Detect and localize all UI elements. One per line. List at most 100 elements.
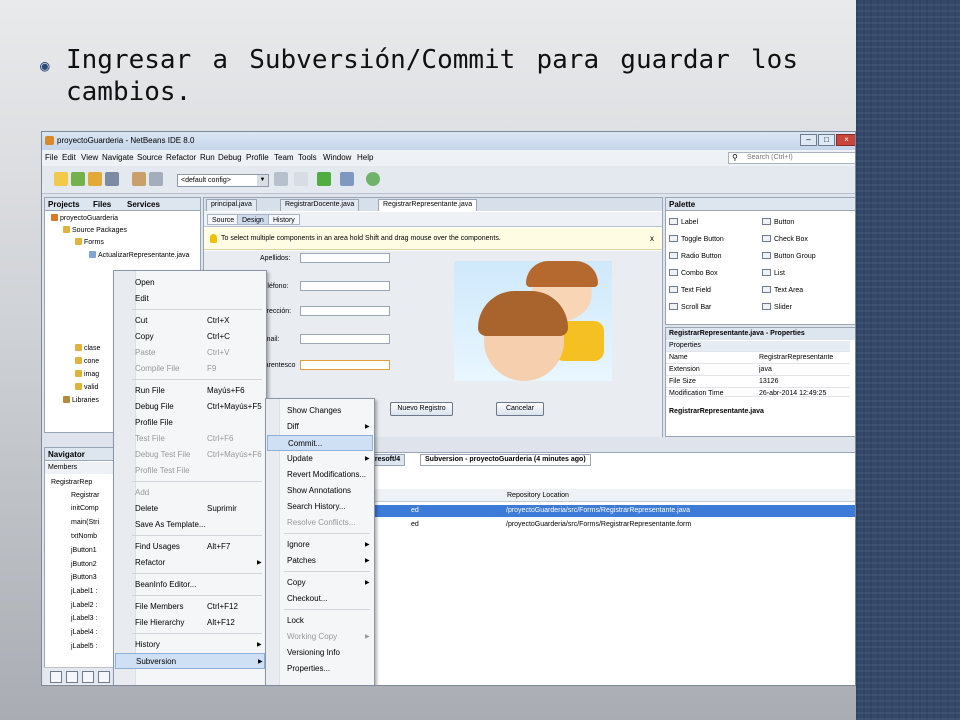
palette-item-list[interactable]: List [762,269,785,277]
tab-projects[interactable]: Projects [48,200,80,209]
nav-item[interactable]: jLabel1 : [71,588,97,595]
palette-item-button-group[interactable]: Button Group [762,252,816,260]
menu-item-copy[interactable]: Copy Ctrl+C [115,329,265,345]
menu-item-diff[interactable]: Diff ▶ [267,419,373,435]
profile-icon[interactable] [366,172,380,186]
new-file-icon[interactable] [54,172,68,186]
nav-item[interactable]: jLabel3 : [71,615,97,622]
menu-item-lock[interactable]: Lock [267,613,373,629]
nav-item[interactable]: jButton2 [71,561,97,568]
menu-item-run-file[interactable]: Run File Mayús+F6 [115,383,265,399]
nav-item[interactable]: jLabel4 : [71,629,97,636]
menu-item-commit[interactable]: Commit... [267,435,373,451]
nav-item[interactable]: RegistrarRep [51,479,92,486]
field-email[interactable] [300,334,390,344]
menu-item-file-members[interactable]: File Members Ctrl+F12 [115,599,265,615]
build-icon[interactable] [274,172,288,186]
close-button[interactable]: × [836,134,855,146]
menu-item-revert-modifications[interactable]: Revert Modifications... [267,467,373,483]
nav-item[interactable]: jButton1 [71,547,97,554]
tree-item-cone[interactable]: cone [75,357,99,365]
menu-refactor[interactable]: Refactor [166,153,196,162]
tab-principal[interactable]: principal.java [206,199,257,211]
tree-item-imag[interactable]: imag [75,370,99,378]
filter-icon[interactable] [50,671,62,683]
menu-item-show-changes[interactable]: Show Changes [267,403,373,419]
menu-item-open[interactable]: Open [115,275,265,291]
tab-registrar-representante[interactable]: RegistrarRepresentante.java [378,199,478,211]
tab-services[interactable]: Services [127,200,160,209]
search-input[interactable]: ⚲ Search (Ctrl+I) [728,152,855,164]
palette-item-scrollbar[interactable]: Scroll Bar [669,303,711,311]
nav-item[interactable]: jLabel2 : [71,602,97,609]
menu-item-find-usages[interactable]: Find Usages Alt+F7 [115,539,265,555]
menu-help[interactable]: Help [357,153,373,162]
palette-item-button[interactable]: Button [762,218,794,226]
palette-item-label[interactable]: Label [669,218,698,226]
field-parentesco[interactable] [300,360,390,370]
menu-profile[interactable]: Profile [246,153,269,162]
tab-history[interactable]: History [268,214,300,225]
menu-view[interactable]: View [81,153,98,162]
menu-item-file-hierarchy[interactable]: File Hierarchy Alt+F12 [115,615,265,631]
nuevo-registro-button[interactable]: Nuevo Registro [390,402,453,416]
undo-icon[interactable] [132,172,146,186]
nav-item[interactable]: initComp [71,505,99,512]
menu-team[interactable]: Team [274,153,294,162]
prop-value[interactable]: RegistrarRepresentante [759,354,833,361]
tab-source[interactable]: Source [207,214,240,225]
debug-icon[interactable] [340,172,354,186]
run-icon[interactable] [317,172,331,186]
palette-item-checkbox[interactable]: Check Box [762,235,808,243]
nav-item[interactable]: jLabel5 : [71,643,97,650]
menu-item-search-history[interactable]: Search History... [267,499,373,515]
menu-item-subversion[interactable]: Subversion ▶ [115,653,265,669]
minimize-button[interactable]: – [800,134,817,146]
menu-item-versioning-info[interactable]: Versioning Info [267,645,373,661]
field-direccion[interactable] [300,306,390,316]
palette-item-textfield[interactable]: Text Field [669,286,711,294]
tab-design[interactable]: Design [237,214,269,225]
prop-value[interactable]: java [759,366,772,373]
menu-item-cut[interactable]: Cut Ctrl+X [115,313,265,329]
redo-icon[interactable] [149,172,163,186]
close-icon[interactable]: x [650,234,654,243]
menu-file[interactable]: File [45,153,58,162]
maximize-button[interactable]: □ [818,134,835,146]
menu-item-patches[interactable]: Patches ▶ [267,553,373,569]
menu-item-copy[interactable]: Copy ▶ [267,575,373,591]
tree-item-file[interactable]: ActualizarRepresentante.java [89,251,189,259]
tree-item-clase[interactable]: clase [75,344,100,352]
palette-item-toggle[interactable]: Toggle Button [669,235,724,243]
nav-item[interactable]: Registrar [71,492,99,499]
tree-item-project[interactable]: proyectoGuarderia [51,214,118,222]
tree-item-forms[interactable]: Forms [75,238,104,246]
menu-source[interactable]: Source [137,153,162,162]
menu-item-save-as-template[interactable]: Save As Template... [115,517,265,533]
menu-item-delete[interactable]: Delete Suprimir [115,501,265,517]
cancelar-button[interactable]: Cancelar [496,402,544,416]
menu-item-profile-file[interactable]: Profile File [115,415,265,431]
tab-registrar-docente[interactable]: RegistrarDocente.java [280,199,360,211]
nav-item[interactable]: main(Stri [71,519,99,526]
open-project-icon[interactable] [88,172,102,186]
palette-item-combo[interactable]: Combo Box [669,269,718,277]
menu-item-properties[interactable]: Properties... [267,661,373,677]
menu-item-ignore[interactable]: Ignore ▶ [267,537,373,553]
nav-item[interactable]: jButton3 [71,574,97,581]
menu-item-history[interactable]: History ▶ [115,637,265,653]
menu-item-update[interactable]: Update ▶ [267,451,373,467]
static-icon[interactable] [82,671,94,683]
clean-build-icon[interactable] [294,172,308,186]
fields-icon[interactable] [66,671,78,683]
new-project-icon[interactable] [71,172,85,186]
tree-item-source-packages[interactable]: Source Packages [63,226,127,234]
menu-item-beaninfo-editor[interactable]: BeanInfo Editor... [115,577,265,593]
menu-tools[interactable]: Tools [298,153,317,162]
field-apellidos[interactable] [300,253,390,263]
nav-item[interactable]: txtNomb [71,533,97,540]
palette-item-slider[interactable]: Slider [762,303,792,311]
menu-item-refactor[interactable]: Refactor ▶ [115,555,265,571]
menu-window[interactable]: Window [323,153,351,162]
palette-item-radio[interactable]: Radio Button [669,252,721,260]
